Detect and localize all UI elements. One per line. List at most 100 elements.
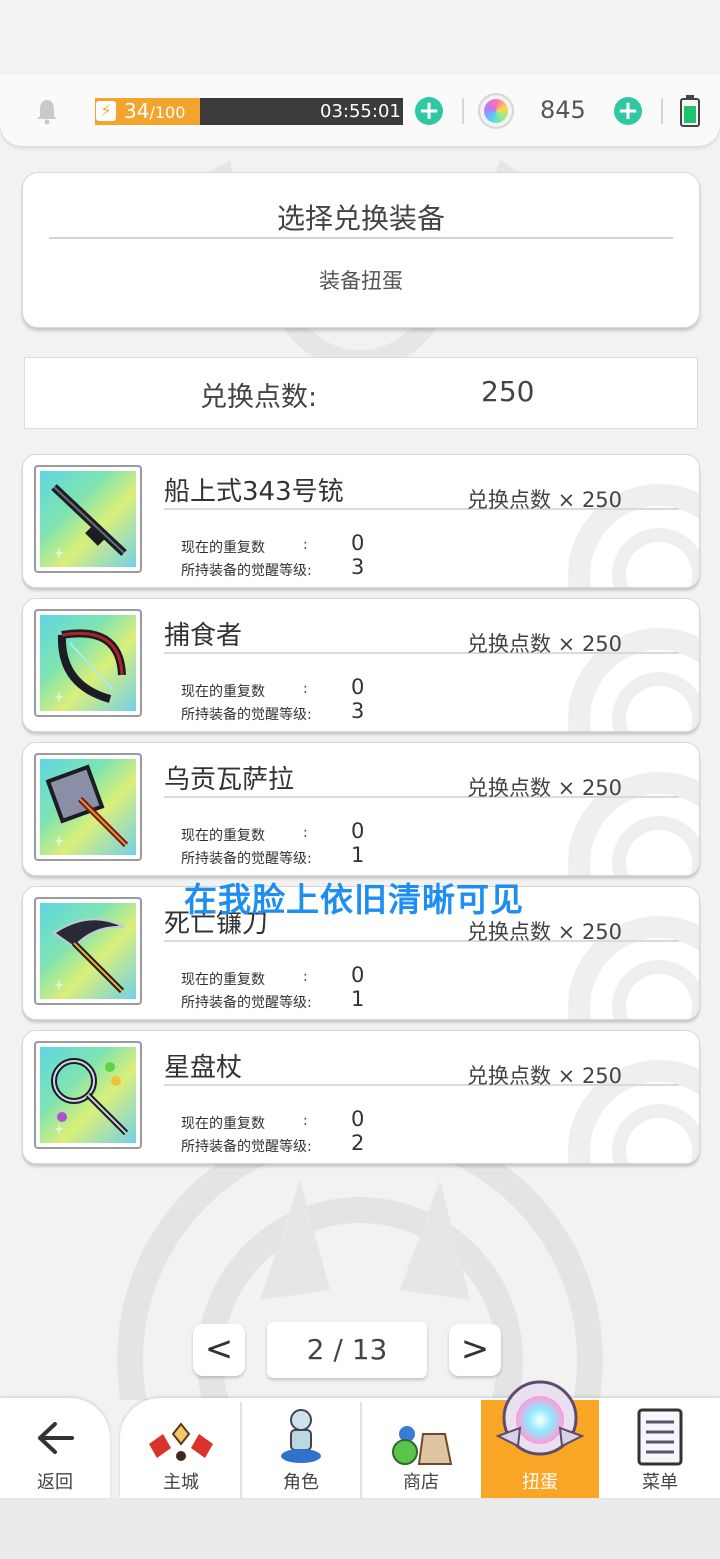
nav-character-label: 角色 xyxy=(283,1472,319,1493)
stamina-current: 34 xyxy=(124,99,150,123)
equipment-thumbnail: + xyxy=(34,1041,142,1149)
awaken-level-label: 所持装备的觉醒等级: xyxy=(181,707,312,723)
stamina-text: 34/100 xyxy=(124,98,185,126)
points-value: 250 xyxy=(481,375,535,408)
nav-main-city[interactable]: 主城 xyxy=(122,1400,240,1498)
equipment-cost: 兑换点数 × 250 xyxy=(467,488,623,512)
shop-bag-icon xyxy=(392,1426,453,1465)
repeat-count-label: 现在的重复数 xyxy=(181,828,265,844)
equipment-thumbnail: + xyxy=(34,465,142,573)
svg-text:+: + xyxy=(54,546,64,560)
rainbow-gem-icon xyxy=(480,95,512,127)
axe-icon: + xyxy=(45,764,129,848)
nav-menu-label: 菜单 xyxy=(642,1472,678,1493)
equipment-item-card[interactable]: + 星盘杖 兑换点数 × 250 现在的重复数 : 0 所持装备的觉醒等级: 2 xyxy=(22,1030,700,1164)
repeat-count-value: 0 xyxy=(351,963,365,987)
watermark-text: 在我脸上依旧清晰可见 xyxy=(184,880,524,919)
equipment-name: 船上式343号铳 xyxy=(164,477,344,507)
equipment-thumbnail: + xyxy=(34,609,142,717)
nav-menu[interactable]: 菜单 xyxy=(601,1400,719,1498)
card-emblem-decoration xyxy=(568,916,699,1019)
equipment-name: 捕食者 xyxy=(164,621,243,651)
bow-icon: + xyxy=(54,629,126,704)
back-button[interactable]: 返回 xyxy=(0,1398,110,1498)
awaken-level-value: 1 xyxy=(351,843,365,867)
lightning-icon: ⚡ xyxy=(96,101,116,121)
castle-icon xyxy=(149,1422,213,1461)
exchange-points-box: 兑换点数: 250 xyxy=(24,357,698,429)
repeat-count-label: 现在的重复数 xyxy=(181,684,265,700)
divider xyxy=(49,237,673,239)
rifle-icon: + xyxy=(51,484,127,560)
svg-text:+: + xyxy=(54,978,64,992)
svg-text:+: + xyxy=(54,834,64,848)
card-emblem-decoration xyxy=(568,628,699,731)
repeat-count-colon: : xyxy=(303,681,308,697)
prev-page-button[interactable]: < xyxy=(193,1324,245,1376)
awaken-level-label: 所持装备的觉醒等级: xyxy=(181,851,312,867)
stamina-timer: 03:55:01 xyxy=(320,101,401,122)
svg-text:+: + xyxy=(54,690,64,704)
equipment-name: 乌贡瓦萨拉 xyxy=(164,765,295,795)
staff-icon: + xyxy=(51,1058,129,1136)
page-indicator: 2 / 13 xyxy=(267,1322,427,1378)
awaken-level-label: 所持装备的觉醒等级: xyxy=(181,1139,312,1155)
awaken-level-value: 2 xyxy=(351,1131,365,1155)
stamina-max: /100 xyxy=(149,103,186,122)
card-emblem-decoration xyxy=(568,772,699,875)
equipment-item-card[interactable]: + 船上式343号铳 兑换点数 × 250 现在的重复数 : 0 所持装备的觉醒… xyxy=(22,454,700,588)
svg-text:+: + xyxy=(54,1122,64,1136)
back-label: 返回 xyxy=(37,1472,73,1493)
repeat-count-colon: : xyxy=(303,969,308,985)
gem-count: 845 xyxy=(540,96,586,124)
card-emblem-decoration xyxy=(568,1060,699,1163)
points-label: 兑换点数: xyxy=(200,382,318,413)
repeat-count-colon: : xyxy=(303,1113,308,1129)
nav-character[interactable]: 角色 xyxy=(242,1400,360,1498)
next-page-button[interactable]: > xyxy=(449,1324,501,1376)
nav-main-city-label: 主城 xyxy=(163,1472,199,1493)
header-card: 选择兑换装备 装备扭蛋 xyxy=(22,172,700,328)
back-arrow-icon xyxy=(38,1422,74,1454)
nav-shop-label: 商店 xyxy=(403,1472,439,1493)
equipment-thumbnail: + xyxy=(34,753,142,861)
equipment-cost: 兑换点数 × 250 xyxy=(467,632,623,656)
awaken-level-value: 3 xyxy=(351,555,365,579)
repeat-count-label: 现在的重复数 xyxy=(181,972,265,988)
nav-gacha-label: 扭蛋 xyxy=(522,1472,558,1493)
equipment-thumbnail: + xyxy=(34,897,142,1005)
repeat-count-label: 现在的重复数 xyxy=(181,1116,265,1132)
equipment-name: 星盘杖 xyxy=(164,1053,243,1083)
equipment-cost: 兑换点数 × 250 xyxy=(467,776,623,800)
character-icon xyxy=(281,1409,321,1463)
nav-shop[interactable]: 商店 xyxy=(362,1400,480,1498)
card-emblem-decoration xyxy=(568,484,699,587)
repeat-count-value: 0 xyxy=(351,675,365,699)
battery-icon xyxy=(680,95,700,127)
add-stamina-button[interactable]: + xyxy=(415,97,443,125)
menu-list-icon xyxy=(637,1408,683,1466)
bell-icon[interactable] xyxy=(33,97,61,125)
add-gems-button[interactable]: + xyxy=(614,97,642,125)
divider xyxy=(462,98,464,124)
awaken-level-value: 3 xyxy=(351,699,365,723)
repeat-count-label: 现在的重复数 xyxy=(181,540,265,556)
equipment-item-card[interactable]: + 乌贡瓦萨拉 兑换点数 × 250 现在的重复数 : 0 所持装备的觉醒等级:… xyxy=(22,742,700,876)
equipment-item-card[interactable]: + 捕食者 兑换点数 × 250 现在的重复数 : 0 所持装备的觉醒等级: 3 xyxy=(22,598,700,732)
gacha-orb-icon xyxy=(495,1380,585,1456)
awaken-level-label: 所持装备的觉醒等级: xyxy=(181,995,312,1011)
awaken-level-value: 1 xyxy=(351,987,365,1011)
equipment-cost: 兑换点数 × 250 xyxy=(467,1064,623,1088)
repeat-count-value: 0 xyxy=(351,531,365,555)
repeat-count-value: 0 xyxy=(351,819,365,843)
divider xyxy=(661,98,663,124)
scythe-icon: + xyxy=(52,918,125,994)
awaken-level-label: 所持装备的觉醒等级: xyxy=(181,563,312,579)
page-subtitle: 装备扭蛋 xyxy=(319,269,403,293)
bottom-strip xyxy=(0,1498,720,1559)
repeat-count-value: 0 xyxy=(351,1107,365,1131)
repeat-count-colon: : xyxy=(303,825,308,841)
page-title: 选择兑换装备 xyxy=(276,202,445,235)
nav-gacha[interactable]: 扭蛋 xyxy=(481,1380,599,1498)
repeat-count-colon: : xyxy=(303,537,308,553)
